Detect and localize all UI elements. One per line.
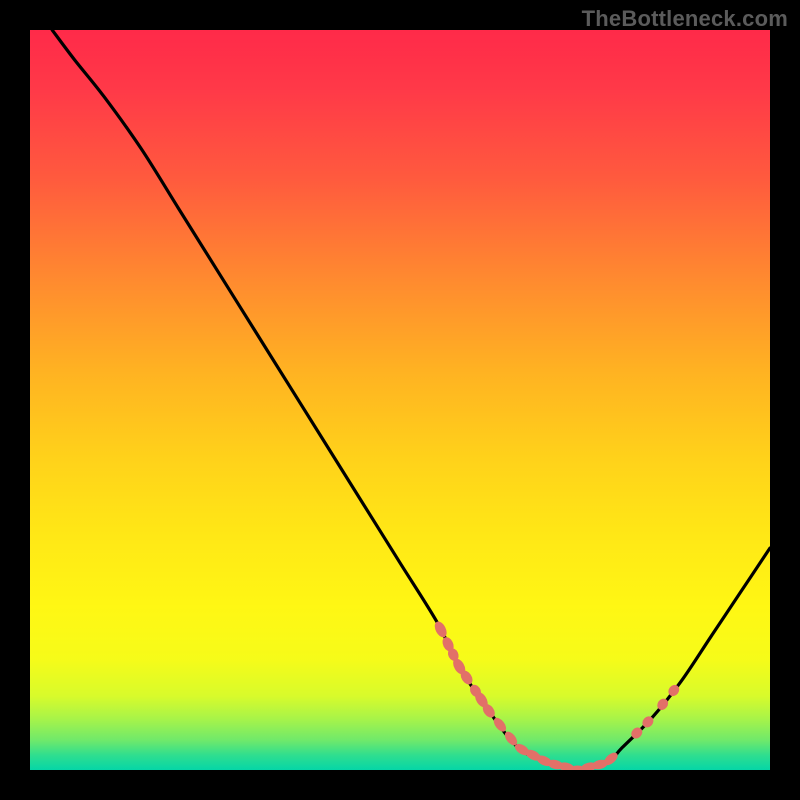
watermark-text: TheBottleneck.com <box>582 6 788 32</box>
bottleneck-curve <box>52 30 770 770</box>
curve-beads <box>433 620 681 770</box>
bottleneck-curve-group <box>52 30 770 770</box>
chart-frame: TheBottleneck.com <box>0 0 800 800</box>
plot-area <box>30 30 770 770</box>
curve-layer <box>30 30 770 770</box>
curve-bead <box>433 620 448 638</box>
